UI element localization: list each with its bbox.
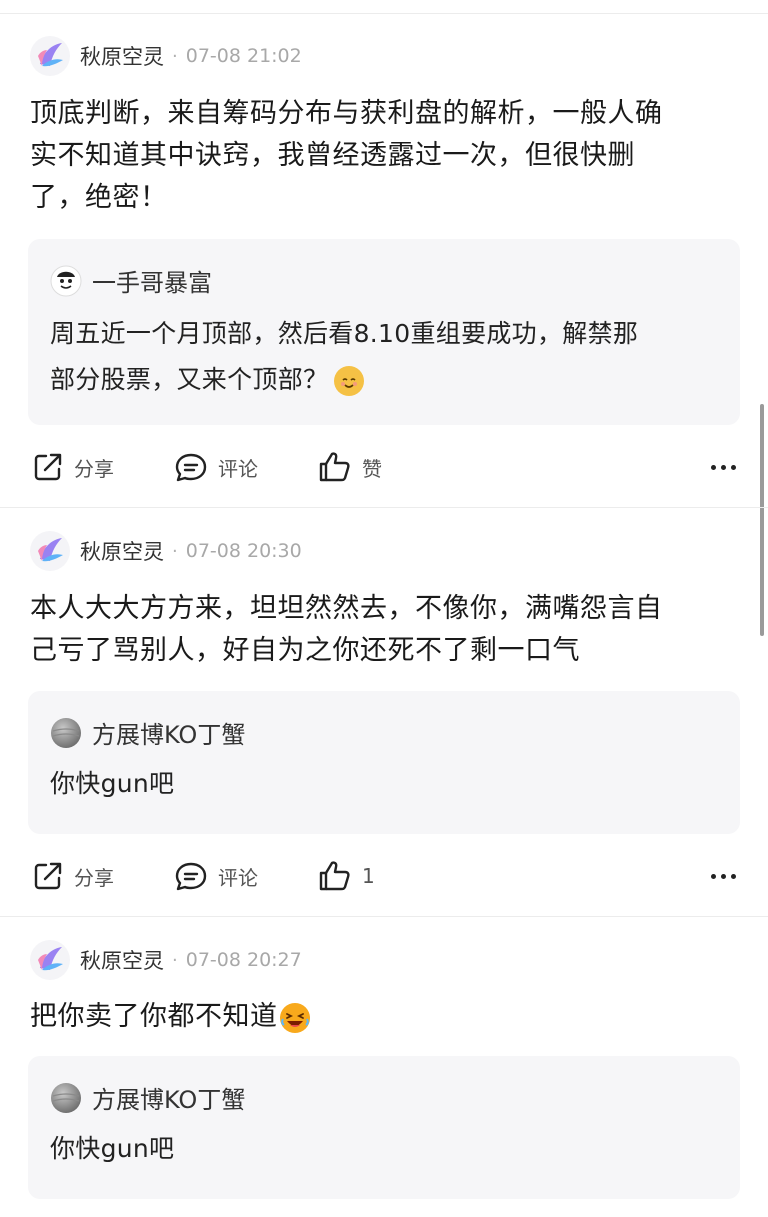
top-divider [0,0,768,14]
user-avatar[interactable] [30,940,70,980]
action-bar: 分享 评论 1 [30,856,740,896]
post-divider [0,507,768,508]
gray-sphere-icon[interactable] [50,717,82,749]
post-content[interactable]: 本人大大方方来，坦坦然然去，不像你，满嘴怨言自 己亏了骂别人，好自为之你还死不了… [30,588,740,672]
post-header: 秋原空灵 · 07-08 20:30 [30,529,302,573]
quote-line: 周五近一个月顶部，然后看8.10重组要成功，解禁那 [50,319,639,348]
separator-dot: · [172,540,178,562]
like-button[interactable]: 赞 [318,447,382,487]
content-line: 了，绝密！ [30,182,168,213]
cartoon-face-icon[interactable] [50,265,82,297]
quoted-comment[interactable]: 方展博KO丁蟹 你快gun吧 [28,1056,740,1199]
quote-header: 方展博KO丁蟹 [50,1080,245,1115]
like-button[interactable]: 1 [318,856,375,896]
more-options-icon[interactable] [711,455,736,479]
feather-logo-icon [38,947,63,971]
post-divider [0,916,768,917]
comment-button[interactable]: 评论 [174,856,258,896]
content-line: 实不知道其中诀窍，我曾经透露过一次，但很快删 [30,140,635,171]
comment-label: 评论 [218,456,258,481]
share-label: 分享 [74,865,114,890]
feather-logo-icon [38,538,63,562]
quote-author[interactable]: 一手哥暴富 [92,263,212,298]
quote-header: 方展博KO丁蟹 [50,715,245,750]
cat-face-emoji [334,366,365,396]
share-button[interactable]: 分享 [32,447,114,487]
thumbs-up-icon [319,861,350,891]
post-header: 秋原空灵 · 07-08 21:02 [30,34,302,78]
action-bar: 分享 评论 赞 [30,447,740,487]
post-time: 07-08 20:27 [185,949,302,971]
quote-line: 部分股票，又来个顶部？ [50,357,720,403]
user-avatar[interactable] [30,531,70,571]
quote-text: 你快gun吧 [50,1126,720,1172]
comment-icon [175,862,207,891]
post-time: 07-08 20:30 [185,540,302,562]
quote-text: 你快gun吧 [50,761,720,807]
content-line: 己亏了骂别人，好自为之你还死不了剩一口气 [30,635,580,666]
content-line: 顶底判断，来自筹码分布与获利盘的解析，一般人确 [30,98,663,129]
share-icon [34,453,62,481]
author-name[interactable]: 秋原空灵 [80,945,164,975]
like-count: 1 [362,864,375,888]
share-button[interactable]: 分享 [32,856,114,896]
comment-button[interactable]: 评论 [174,447,258,487]
more-options-icon[interactable] [711,864,736,888]
user-avatar[interactable] [30,36,70,76]
content-line: 本人大大方方来，坦坦然然去，不像你，满嘴怨言自 [30,593,663,624]
comment-label: 评论 [218,865,258,890]
post-content[interactable]: 把你卖了你都不知道 [30,996,740,1038]
quoted-comment[interactable]: 方展博KO丁蟹 你快gun吧 [28,691,740,834]
gray-sphere-icon[interactable] [50,1082,82,1114]
share-label: 分享 [74,456,114,481]
thumbs-up-icon [319,452,350,482]
scrollbar[interactable] [760,404,764,636]
author-name[interactable]: 秋原空灵 [80,536,164,566]
post-time: 07-08 21:02 [185,45,302,67]
content-line: 把你卖了你都不知道 [30,996,740,1038]
feather-logo-icon [38,43,63,67]
quote-line: 你快gun吧 [50,1134,175,1163]
post-content[interactable]: 顶底判断，来自筹码分布与获利盘的解析，一般人确 实不知道其中诀窍，我曾经透露过一… [30,93,740,219]
separator-dot: · [172,45,178,67]
quote-author[interactable]: 方展博KO丁蟹 [92,715,245,750]
laughing-face-emoji [279,1002,310,1033]
separator-dot: · [172,949,178,971]
quote-author[interactable]: 方展博KO丁蟹 [92,1080,245,1115]
quote-line: 你快gun吧 [50,769,175,798]
quoted-comment[interactable]: 一手哥暴富 周五近一个月顶部，然后看8.10重组要成功，解禁那 部分股票，又来个… [28,239,740,425]
share-icon [34,862,62,890]
quote-header: 一手哥暴富 [50,263,212,298]
comment-icon [175,453,207,482]
author-name[interactable]: 秋原空灵 [80,41,164,71]
quote-text: 周五近一个月顶部，然后看8.10重组要成功，解禁那 部分股票，又来个顶部？ [50,311,720,403]
like-label: 赞 [362,456,382,481]
post-header: 秋原空灵 · 07-08 20:27 [30,938,302,982]
